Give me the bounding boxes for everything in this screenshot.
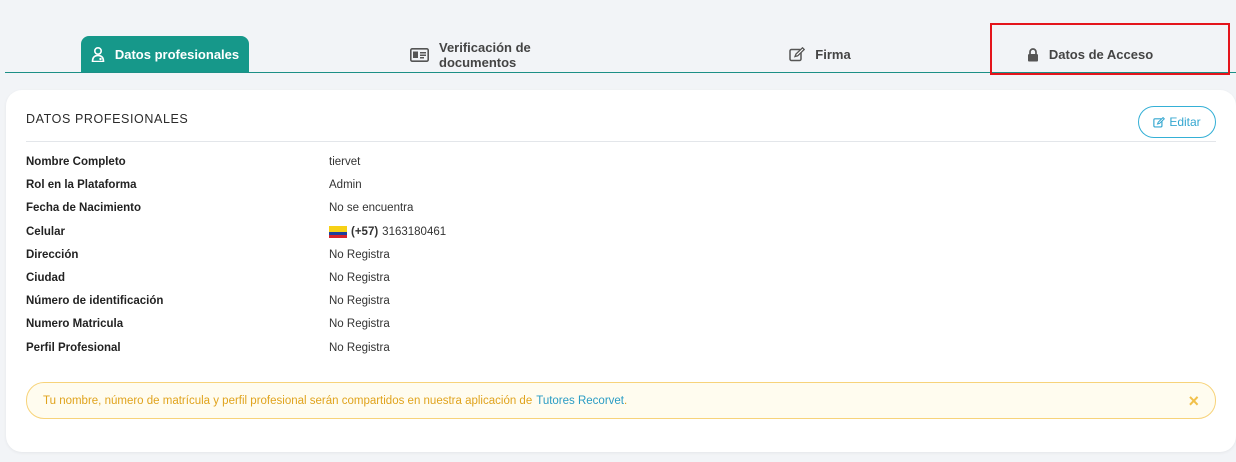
field-label: Perfil Profesional (26, 341, 121, 354)
field-row: Rol en la Plataforma Admin (26, 175, 726, 198)
field-row: Celular (+57) 3163180461 (26, 222, 726, 245)
colombia-flag-icon (329, 225, 347, 238)
id-card-icon (410, 47, 429, 62)
edit-button-label: Editar (1169, 115, 1201, 129)
tab-firma[interactable]: Firma (785, 36, 855, 73)
tab-baseline (5, 72, 1236, 73)
tab-label: Datos de Acceso (1048, 47, 1154, 62)
tab-label: Verificación de documentos (439, 39, 531, 70)
edit-icon (1153, 116, 1166, 127)
profile-fields: Nombre Completo tiervet Rol en la Plataf… (26, 152, 726, 361)
field-row: Nombre Completo tiervet (26, 152, 726, 175)
field-label: Numero Matricula (26, 318, 124, 331)
field-value: No se encuentra (329, 202, 414, 215)
dial-code: (+57) (351, 225, 379, 238)
field-label: Nombre Completo (26, 156, 126, 168)
tab-datos-acceso[interactable]: Datos de Acceso (1025, 36, 1155, 73)
field-row: Perfil Profesional No Registra (26, 338, 726, 361)
field-value: Admin (329, 179, 362, 192)
field-row: Ciudad No Registra (26, 268, 726, 291)
tab-bar: Datos profesionales Verificación de docu… (5, 0, 1236, 74)
field-label: Rol en la Plataforma (26, 179, 137, 192)
field-label: Dirección (26, 248, 79, 261)
tab-label: Datos profesionales (114, 47, 240, 62)
field-value: No Registra (329, 271, 390, 284)
edit-button[interactable]: Editar (1138, 106, 1216, 138)
phone-number: 3163180461 (382, 225, 447, 238)
field-row: Número de identificación No Registra (26, 291, 726, 314)
edit-icon (789, 47, 806, 62)
tab-datos-profesionales[interactable]: Datos profesionales (81, 36, 249, 73)
tutores-recorvet-link[interactable]: Tutores Recorvet (536, 395, 624, 407)
field-label: Celular (26, 225, 65, 238)
field-label: Ciudad (26, 271, 65, 284)
field-row: Fecha de Nacimiento No se encuentra (26, 198, 726, 221)
field-value: tiervet (329, 156, 361, 168)
tab-label: Firma (815, 47, 851, 62)
info-alert: Tu nombre, número de matrícula y perfil … (26, 382, 1216, 419)
alert-text: Tu nombre, número de matrícula y perfil … (43, 394, 533, 407)
card-title: DATOS PROFESIONALES (26, 112, 189, 126)
field-value: No Registra (329, 295, 390, 308)
close-icon[interactable]: × (1188, 392, 1199, 410)
field-value: No Registra (329, 341, 390, 354)
alert-suffix: . (624, 394, 628, 407)
lock-icon (1027, 47, 1039, 62)
field-row: Dirección No Registra (26, 245, 726, 268)
field-label: Fecha de Nacimiento (26, 202, 142, 215)
field-value: No Registra (329, 318, 390, 331)
field-row: Numero Matricula No Registra (26, 314, 726, 337)
profile-card: DATOS PROFESIONALES Editar Nombre Comple… (6, 90, 1236, 452)
field-value: No Registra (329, 248, 390, 261)
divider (26, 141, 1216, 142)
tab-verificacion-documentos[interactable]: Verificación de documentos (410, 36, 610, 73)
phone-value: (+57) 3163180461 (329, 222, 446, 242)
user-doctor-icon (91, 47, 105, 62)
field-label: Número de identificación (26, 295, 164, 308)
